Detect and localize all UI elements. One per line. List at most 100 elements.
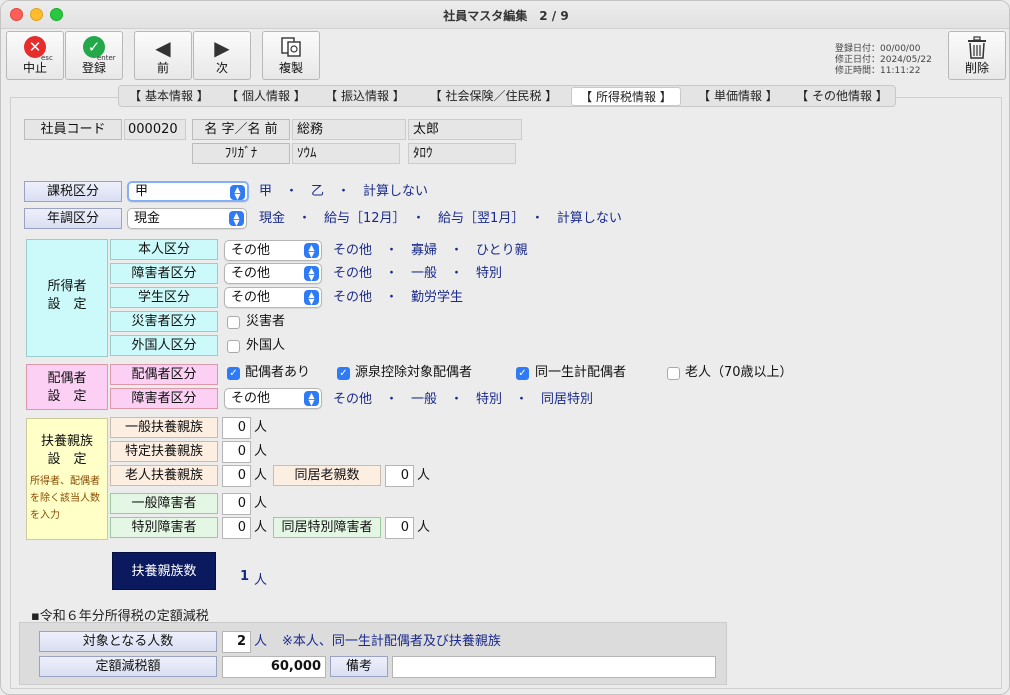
save-button[interactable]: ✓ enter 登録 [65, 31, 123, 80]
target-persons-unit: 人 [254, 634, 268, 649]
dependents-count-button[interactable]: 扶養親族数 [112, 552, 216, 590]
tab-other[interactable]: 【 その他情報 】 [791, 87, 893, 106]
target-persons-label: 対象となる人数 [39, 631, 217, 652]
spouse-exists-label: 配偶者あり [245, 365, 311, 380]
tab-basic[interactable]: 【 基本情報 】 [123, 87, 215, 106]
tax-category-options: 甲 ・ 乙 ・ 計算しない [259, 184, 429, 199]
special-disabled-label: 特別障害者 [110, 517, 218, 538]
general-disabled-label: 一般障害者 [110, 493, 218, 514]
window-title: 社員マスタ編集 2 / 9 [443, 9, 569, 23]
select-arrows-icon: ▲ ▼ [304, 391, 319, 407]
tab-personal[interactable]: 【 個人情報 】 [223, 87, 309, 106]
tax-category-value: 甲 [135, 184, 149, 199]
earner-settings-group: 所得者 設 定 [26, 239, 108, 357]
select-arrows-icon: ▲ ▼ [304, 243, 319, 259]
elderly-dependents-input[interactable]: 0 [222, 465, 251, 487]
cohabiting-special-disabled-input[interactable]: 0 [385, 517, 414, 539]
memo-input[interactable] [392, 656, 716, 678]
unit-label: 人 [417, 468, 431, 483]
unit-label: 人 [254, 420, 268, 435]
self-category-label: 本人区分 [110, 239, 218, 260]
unit-label: 人 [254, 520, 268, 535]
earner-disabled-select[interactable]: その他 ▲ ▼ [224, 263, 322, 284]
dependents-count-value: 1 [240, 569, 250, 584]
cancel-button[interactable]: ✕ esc 中止 [6, 31, 64, 80]
select-arrows-icon: ▲ ▼ [229, 211, 244, 227]
select-arrows-icon: ▲ ▼ [304, 290, 319, 306]
modified-date: 修正日付：2024/05/22 [835, 55, 932, 65]
dependents-settings-group: 扶養親族 設 定 所得者、配偶者を除く該当人数を入力 [26, 418, 108, 540]
prev-button[interactable]: ◀ 前 [134, 31, 192, 80]
cohabiting-special-disabled-label: 同居特別障害者 [273, 517, 381, 538]
specific-dependents-input[interactable]: 0 [222, 441, 251, 463]
earner-disabled-label: 障害者区分 [110, 263, 218, 284]
memo-label: 備考 [330, 656, 388, 677]
student-category-value: その他 [231, 290, 271, 305]
disaster-checkbox[interactable] [227, 316, 240, 329]
same-household-spouse-checkbox[interactable]: ✓ [516, 367, 529, 380]
tab-income-tax[interactable]: 【 所得税情報 】 [571, 87, 681, 106]
spouse-settings-group: 配偶者 設 定 [26, 364, 108, 410]
employee-code-label: 社員コード [24, 119, 122, 140]
general-dependents-input[interactable]: 0 [222, 417, 251, 439]
dependents-group-label: 扶養親族 [40, 434, 93, 449]
spouse-disabled-options: その他 ・ 一般 ・ 特別 ・ 同居特別 [333, 392, 594, 407]
elderly-dependents-label: 老人扶養親族 [110, 465, 218, 486]
save-label: 登録 [81, 61, 106, 75]
student-category-select[interactable]: その他 ▲ ▼ [224, 287, 322, 308]
spouse-disabled-label: 障害者区分 [110, 388, 218, 409]
record-meta: 登録日付：00/00/00 修正日付：2024/05/22 修正時間：11:11… [835, 44, 932, 77]
tax-category-label: 課税区分 [24, 181, 122, 202]
employee-code-value: 000020 [124, 119, 186, 140]
withholding-spouse-label: 源泉控除対象配偶者 [355, 365, 473, 380]
tab-unit-price[interactable]: 【 単価情報 】 [693, 87, 783, 106]
registered-date: 登録日付：00/00/00 [835, 44, 921, 54]
withholding-spouse-checkbox[interactable]: ✓ [337, 367, 350, 380]
self-category-options: その他 ・ 寡婦 ・ ひとり親 [333, 243, 528, 258]
target-persons-value: 2 [222, 631, 251, 653]
elderly-spouse-label: 老人（70歳以上） [685, 365, 793, 380]
unit-label: 人 [254, 444, 268, 459]
general-dependents-label: 一般扶養親族 [110, 417, 218, 438]
select-arrows-icon: ▲ ▼ [230, 185, 245, 201]
select-arrows-icon: ▲ ▼ [304, 266, 319, 282]
delete-button[interactable]: 削除 [948, 31, 1006, 80]
year-end-adjust-select[interactable]: 現金 ▲ ▼ [127, 208, 247, 229]
cohabiting-elderly-input[interactable]: 0 [385, 465, 414, 487]
last-kana-value: ｿｳﾑ [292, 143, 400, 164]
dependents-group-sublabel: 設 定 [47, 452, 87, 467]
modified-time: 修正時間：11:11:22 [835, 66, 921, 76]
first-kana-value: ﾀﾛｳ [408, 143, 516, 164]
tab-social-insurance[interactable]: 【 社会保険／住民税 】 [423, 87, 564, 106]
next-button[interactable]: ▶ 次 [193, 31, 251, 80]
tab-transfer[interactable]: 【 振込情報 】 [318, 87, 412, 106]
spouse-disabled-select[interactable]: その他 ▲ ▼ [224, 388, 322, 409]
tax-category-select[interactable]: 甲 ▲ ▼ [127, 181, 249, 202]
specific-dependents-label: 特定扶養親族 [110, 441, 218, 462]
foreign-checkbox[interactable] [227, 340, 240, 353]
earner-disabled-value: その他 [231, 266, 271, 281]
spouse-disabled-value: その他 [231, 391, 271, 406]
earner-group-sublabel: 設 定 [47, 297, 87, 312]
unit-label: 人 [417, 520, 431, 535]
self-category-select[interactable]: その他 ▲ ▼ [224, 240, 322, 261]
name-label: 名 字／名 前 [192, 119, 290, 140]
spouse-group-label: 配偶者 [47, 371, 87, 386]
delete-label: 削除 [964, 61, 989, 75]
copy-label: 複製 [278, 61, 303, 75]
triangle-left-icon: ◀ [155, 36, 171, 60]
unit-label: 人 [254, 496, 268, 511]
prev-label: 前 [156, 61, 169, 75]
triangle-right-icon: ▶ [214, 36, 230, 60]
student-category-label: 学生区分 [110, 287, 218, 308]
student-category-options: その他 ・ 勤労学生 [333, 290, 464, 305]
first-name-value: 太郎 [408, 119, 522, 140]
copy-button[interactable]: 複製 [262, 31, 320, 80]
general-disabled-input[interactable]: 0 [222, 493, 251, 515]
elderly-spouse-checkbox[interactable] [667, 367, 680, 380]
last-name-value: 総務 [292, 119, 406, 140]
reduction-amount-label: 定額減税額 [39, 656, 217, 677]
special-disabled-input[interactable]: 0 [222, 517, 251, 539]
self-category-value: その他 [231, 243, 271, 258]
spouse-exists-checkbox[interactable]: ✓ [227, 367, 240, 380]
